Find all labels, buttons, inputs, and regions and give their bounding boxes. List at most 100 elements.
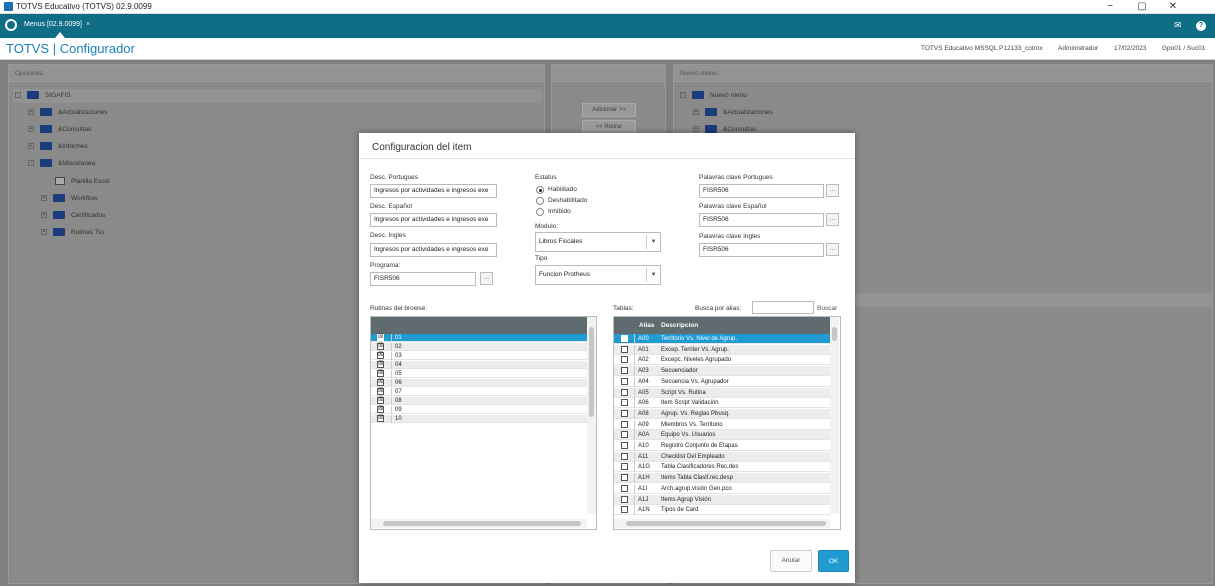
tree-item[interactable]: + &Actualizaciones bbox=[693, 107, 773, 119]
row-checkbox[interactable] bbox=[621, 399, 628, 407]
kw-pt-lookup-button[interactable]: ... bbox=[826, 184, 839, 197]
row-checkbox[interactable] bbox=[621, 345, 628, 353]
row-checkbox[interactable] bbox=[621, 463, 628, 471]
tab-close-icon[interactable]: × bbox=[86, 21, 90, 28]
row-checkbox[interactable] bbox=[621, 356, 628, 364]
table-row[interactable]: ☒ 06 bbox=[371, 379, 587, 387]
table-row[interactable]: ☒ 02 bbox=[371, 343, 587, 351]
row-checkbox[interactable] bbox=[621, 420, 628, 428]
module-select[interactable]: Libros Fiscales ▼ bbox=[535, 232, 661, 252]
table-row[interactable]: A08 Agrup. Vs. Reglas Pbusq. bbox=[614, 408, 830, 419]
status-radio-disabled[interactable] bbox=[536, 197, 544, 205]
scroll-thumb[interactable] bbox=[832, 327, 837, 341]
tab-menus[interactable]: Menus [02.9.0099] × bbox=[24, 18, 90, 32]
mail-icon[interactable]: ✉ bbox=[1174, 20, 1182, 31]
table-row[interactable]: A1G Tabla Clasificadores Rec.des bbox=[614, 462, 830, 473]
home-icon[interactable] bbox=[5, 19, 17, 31]
table-row[interactable]: A09 Miembros Vs. Territorio bbox=[614, 419, 830, 430]
scroll-thumb[interactable] bbox=[589, 327, 594, 417]
tree-item[interactable]: + &Consultas bbox=[28, 124, 91, 136]
row-checkbox[interactable]: ☒ bbox=[377, 388, 384, 395]
row-checkbox[interactable] bbox=[621, 506, 628, 514]
chevron-down-icon[interactable]: ▼ bbox=[646, 235, 660, 249]
tree-item[interactable]: + Workflow bbox=[41, 193, 98, 205]
kw-en-lookup-button[interactable]: ... bbox=[826, 243, 839, 256]
remove-button[interactable]: << Retirar bbox=[582, 120, 636, 134]
browse-hscrollbar[interactable] bbox=[371, 519, 587, 528]
row-checkbox[interactable] bbox=[621, 442, 628, 449]
row-checkbox[interactable] bbox=[621, 409, 628, 417]
row-checkbox[interactable] bbox=[621, 388, 628, 396]
table-row[interactable]: A03 Secuenciador bbox=[614, 366, 830, 377]
table-row[interactable]: A06 Item Script Validación bbox=[614, 398, 830, 409]
row-checkbox[interactable] bbox=[621, 335, 628, 342]
column-description[interactable]: Descripcion bbox=[661, 317, 698, 334]
table-row[interactable]: A01 Excep. Territer Vs. Agrup. bbox=[614, 344, 830, 355]
program-field[interactable]: FISR506 bbox=[370, 272, 476, 286]
tree-item[interactable]: - &Miscelanea bbox=[28, 158, 95, 170]
cancel-button[interactable]: Anular bbox=[770, 550, 812, 572]
row-checkbox[interactable]: ☒ bbox=[377, 334, 384, 341]
desc-es-field[interactable]: Ingresos por actividades e ingresos exe bbox=[370, 213, 497, 227]
table-row[interactable]: ☒ 07 bbox=[371, 388, 587, 396]
add-button[interactable]: Adicionar >> bbox=[582, 103, 636, 117]
kw-es-lookup-button[interactable]: ... bbox=[826, 213, 839, 226]
row-checkbox[interactable] bbox=[621, 495, 628, 503]
row-checkbox[interactable]: ☒ bbox=[377, 370, 384, 377]
kw-es-field[interactable]: FISR506 bbox=[699, 213, 824, 227]
status-radio-inhibited[interactable] bbox=[536, 208, 544, 216]
type-select[interactable]: Funcion Protheus ▼ bbox=[535, 265, 661, 285]
row-checkbox[interactable]: ☒ bbox=[377, 343, 384, 350]
search-alias-input[interactable] bbox=[752, 301, 814, 314]
help-icon[interactable]: ? bbox=[1196, 21, 1206, 31]
row-checkbox[interactable]: ☒ bbox=[377, 361, 384, 368]
search-button[interactable]: Buscar bbox=[817, 305, 837, 312]
row-checkbox[interactable] bbox=[621, 474, 628, 482]
table-row[interactable]: A02 Excepc. Niveles Agrupado bbox=[614, 355, 830, 366]
tables-vscrollbar[interactable] bbox=[830, 317, 839, 514]
table-row[interactable]: A11 Checklist Del Empleado bbox=[614, 451, 830, 462]
table-row[interactable]: A1H Items Tabla Clasif.rec.desp bbox=[614, 473, 830, 484]
tree-item[interactable]: + &Informes bbox=[28, 141, 88, 153]
tables-hscrollbar[interactable] bbox=[614, 519, 830, 528]
status-radio-enabled[interactable] bbox=[536, 186, 544, 194]
table-row[interactable]: A1I Arch.agrup.visión Gen.pco bbox=[614, 483, 830, 494]
table-row[interactable]: ☒ 04 bbox=[371, 361, 587, 369]
table-row[interactable]: A00 Territorio Vs. Nivel de Agrup. bbox=[614, 334, 830, 344]
table-row[interactable]: A10 Registro Conjunto de Etapas bbox=[614, 441, 830, 451]
desc-en-field[interactable]: Ingresos por actividades e ingresos exe bbox=[370, 243, 497, 257]
row-checkbox[interactable]: ☒ bbox=[377, 397, 384, 404]
table-row[interactable]: A04 Secuencia Vs. Agrupador bbox=[614, 376, 830, 387]
desc-pt-field[interactable]: Ingresos por actividades e ingresos exe bbox=[370, 184, 497, 198]
tree-item[interactable]: + Rutinas Tss bbox=[41, 227, 104, 239]
row-checkbox[interactable]: ☒ bbox=[377, 352, 384, 359]
table-row[interactable]: A0A Equipo Vs. Usuarios bbox=[614, 430, 830, 441]
tree-item[interactable]: + Certificados bbox=[41, 210, 105, 222]
table-row[interactable]: ☒ 08 bbox=[371, 397, 587, 405]
table-row[interactable]: A05 Script Vs. Rutina bbox=[614, 387, 830, 398]
table-row[interactable]: ☒ 01 bbox=[371, 334, 587, 342]
row-checkbox[interactable]: ☒ bbox=[377, 379, 384, 386]
scroll-thumb[interactable] bbox=[626, 521, 826, 526]
kw-en-field[interactable]: FISR506 bbox=[699, 243, 824, 257]
maximize-button[interactable]: ▢ bbox=[1129, 0, 1155, 14]
chevron-down-icon[interactable]: ▼ bbox=[646, 268, 660, 282]
minimize-button[interactable]: − bbox=[1097, 0, 1123, 14]
tree-item[interactable]: + &Actualizaciones bbox=[28, 107, 108, 119]
browse-vscrollbar[interactable] bbox=[587, 317, 596, 514]
row-checkbox[interactable] bbox=[621, 484, 628, 492]
tree-item[interactable]: Planilla Excel bbox=[55, 176, 110, 188]
row-checkbox[interactable]: ☒ bbox=[377, 406, 384, 413]
new-menu-root[interactable]: - Nuevo menu bbox=[680, 90, 747, 102]
row-checkbox[interactable] bbox=[621, 431, 628, 439]
close-window-button[interactable]: ✕ bbox=[1160, 0, 1186, 14]
row-checkbox[interactable] bbox=[621, 452, 628, 460]
ok-button[interactable]: OK bbox=[818, 550, 849, 572]
table-row[interactable]: A1J Items Agrup Visión bbox=[614, 494, 830, 505]
table-row[interactable]: ☒ 10 bbox=[371, 415, 587, 423]
scroll-thumb[interactable] bbox=[383, 521, 581, 526]
table-row[interactable]: ☒ 03 bbox=[371, 352, 587, 360]
program-lookup-button[interactable]: ... bbox=[480, 272, 493, 285]
kw-pt-field[interactable]: FISR506 bbox=[699, 184, 824, 198]
row-checkbox[interactable] bbox=[621, 377, 628, 385]
